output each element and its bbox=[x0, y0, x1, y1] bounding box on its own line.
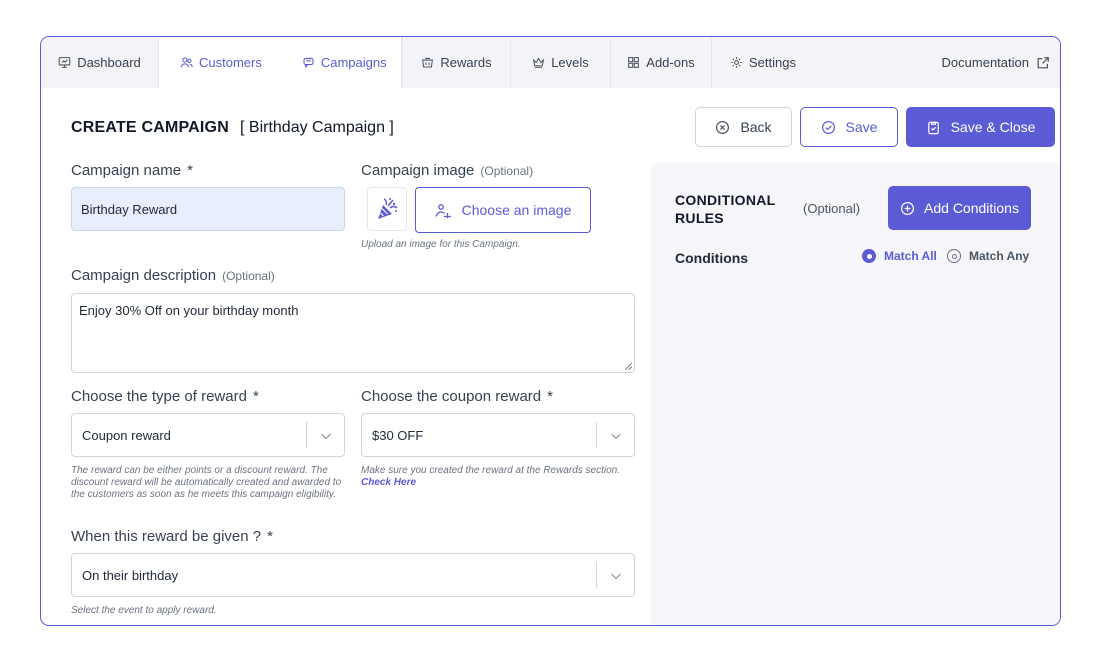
tab-dashboard[interactable]: Dashboard bbox=[41, 37, 159, 88]
resize-handle-icon[interactable] bbox=[625, 363, 632, 370]
label-text: Choose the coupon reward bbox=[361, 388, 542, 405]
page-title: CREATE CAMPAIGN bbox=[71, 119, 229, 136]
coupon-select[interactable]: $30 OFF bbox=[361, 413, 635, 457]
label-text: Campaign name bbox=[71, 162, 182, 179]
documentation-label: Documentation bbox=[941, 55, 1029, 70]
when-help: Select the event to apply reward. bbox=[71, 605, 217, 616]
image-upload-icon bbox=[435, 203, 451, 218]
optional-text: (Optional) bbox=[222, 269, 275, 283]
party-popper-icon bbox=[378, 198, 398, 219]
clipboard-check-icon bbox=[927, 121, 939, 134]
tab-label: Dashboard bbox=[77, 55, 141, 70]
chevron-down-icon bbox=[321, 433, 331, 440]
choose-image-button[interactable]: Choose an image bbox=[415, 187, 591, 233]
close-circle-icon bbox=[716, 120, 730, 134]
campaign-image-thumbnail bbox=[367, 187, 407, 231]
required-mark: * bbox=[547, 388, 553, 405]
select-separator bbox=[596, 422, 597, 448]
users-icon bbox=[180, 57, 193, 68]
basket-icon bbox=[422, 57, 434, 68]
tab-label: Customers bbox=[199, 55, 262, 70]
tab-addons[interactable]: Add-ons bbox=[611, 37, 712, 88]
when-select[interactable]: On their birthday bbox=[71, 553, 635, 597]
required-mark: * bbox=[187, 162, 193, 179]
campaign-name-label: Campaign name * bbox=[71, 162, 193, 179]
tab-bar: Dashboard Customers Campaigns Rewards Le… bbox=[41, 37, 1060, 88]
save-button[interactable]: Save bbox=[800, 107, 898, 147]
coupon-label: Choose the coupon reward * bbox=[361, 388, 553, 405]
tab-group-selected: Customers Campaigns bbox=[159, 37, 402, 88]
tab-settings[interactable]: Settings bbox=[712, 37, 814, 88]
coupon-value: $30 OFF bbox=[372, 427, 424, 443]
add-conditions-label: Add Conditions bbox=[924, 200, 1019, 216]
external-link-icon bbox=[1037, 56, 1049, 68]
description-textarea[interactable]: Enjoy 30% Off on your birthday month bbox=[71, 293, 635, 373]
save-label: Save bbox=[845, 119, 878, 135]
optional-text: (Optional) bbox=[480, 164, 534, 178]
match-any-radio[interactable]: Match Any bbox=[947, 249, 1029, 263]
save-close-label: Save & Close bbox=[950, 119, 1036, 135]
match-all-label: Match All bbox=[884, 249, 937, 263]
chevron-down-icon bbox=[611, 433, 621, 440]
reward-type-label: Choose the type of reward * bbox=[71, 388, 259, 405]
tab-rewards[interactable]: Rewards bbox=[402, 37, 511, 88]
check-here-link[interactable]: Check Here bbox=[361, 477, 416, 488]
label-text: When this reward be given ? bbox=[71, 528, 262, 545]
tab-campaigns[interactable]: Campaigns bbox=[302, 55, 387, 70]
campaign-image-label: Campaign image (Optional) bbox=[361, 162, 533, 179]
add-conditions-button[interactable]: Add Conditions bbox=[888, 186, 1031, 230]
plus-circle-icon bbox=[900, 201, 915, 215]
when-label: When this reward be given ? * bbox=[71, 528, 273, 545]
grid-icon bbox=[628, 57, 640, 68]
image-help-text: Upload an image for this Campaign. bbox=[361, 239, 521, 250]
gear-icon bbox=[731, 57, 742, 68]
crown-icon bbox=[532, 57, 545, 68]
description-value: Enjoy 30% Off on your birthday month bbox=[79, 303, 299, 318]
check-circle-icon bbox=[821, 120, 835, 134]
tab-customers[interactable]: Customers bbox=[180, 55, 262, 70]
chat-stack-icon bbox=[303, 57, 314, 69]
app-window: Dashboard Customers Campaigns Rewards Le… bbox=[40, 36, 1061, 626]
radio-unselected-icon bbox=[947, 249, 961, 263]
tab-label: Rewards bbox=[440, 55, 492, 70]
description-label: Campaign description (Optional) bbox=[71, 267, 275, 284]
label-text: Campaign image bbox=[361, 162, 475, 179]
select-separator bbox=[306, 422, 307, 448]
reward-type-value: Coupon reward bbox=[82, 427, 171, 443]
radio-selected-icon bbox=[862, 249, 876, 263]
campaign-name-input[interactable]: Birthday Reward bbox=[71, 187, 345, 231]
conditional-rules-title: CONDITIONAL RULES bbox=[675, 192, 776, 226]
conditional-rules-panel: CONDITIONAL RULES (Optional) Add Conditi… bbox=[651, 163, 1060, 625]
match-all-radio[interactable]: Match All bbox=[862, 249, 937, 263]
label-text: Choose the type of reward bbox=[71, 388, 247, 405]
back-button[interactable]: Back bbox=[695, 107, 792, 147]
tab-label: Settings bbox=[749, 55, 796, 70]
required-mark: * bbox=[252, 388, 259, 405]
monitor-icon bbox=[58, 57, 71, 68]
tab-label: Add-ons bbox=[646, 55, 695, 70]
select-separator bbox=[596, 562, 597, 588]
documentation-link[interactable]: Documentation bbox=[942, 37, 1060, 88]
page-subtitle: [ Birthday Campaign ] bbox=[240, 119, 394, 136]
required-mark: * bbox=[267, 528, 273, 545]
optional-text: (Optional) bbox=[803, 201, 861, 216]
coupon-help-text: Make sure you created the reward at the … bbox=[361, 465, 621, 476]
tab-levels[interactable]: Levels bbox=[511, 37, 611, 88]
match-any-label: Match Any bbox=[969, 249, 1030, 263]
when-value: On their birthday bbox=[82, 567, 179, 583]
chevron-down-icon bbox=[611, 573, 621, 580]
save-close-button[interactable]: Save & Close bbox=[906, 107, 1055, 147]
reward-type-select[interactable]: Coupon reward bbox=[71, 413, 345, 457]
tab-label: Campaigns bbox=[320, 55, 387, 70]
reward-type-help: The reward can be either points or a dis… bbox=[71, 465, 342, 500]
back-label: Back bbox=[740, 119, 772, 135]
coupon-help: Make sure you created the reward at the … bbox=[361, 465, 641, 489]
choose-image-label: Choose an image bbox=[461, 202, 572, 218]
tab-label: Levels bbox=[551, 55, 589, 70]
label-text: Campaign description bbox=[71, 267, 217, 284]
conditions-label: Conditions bbox=[675, 250, 749, 266]
